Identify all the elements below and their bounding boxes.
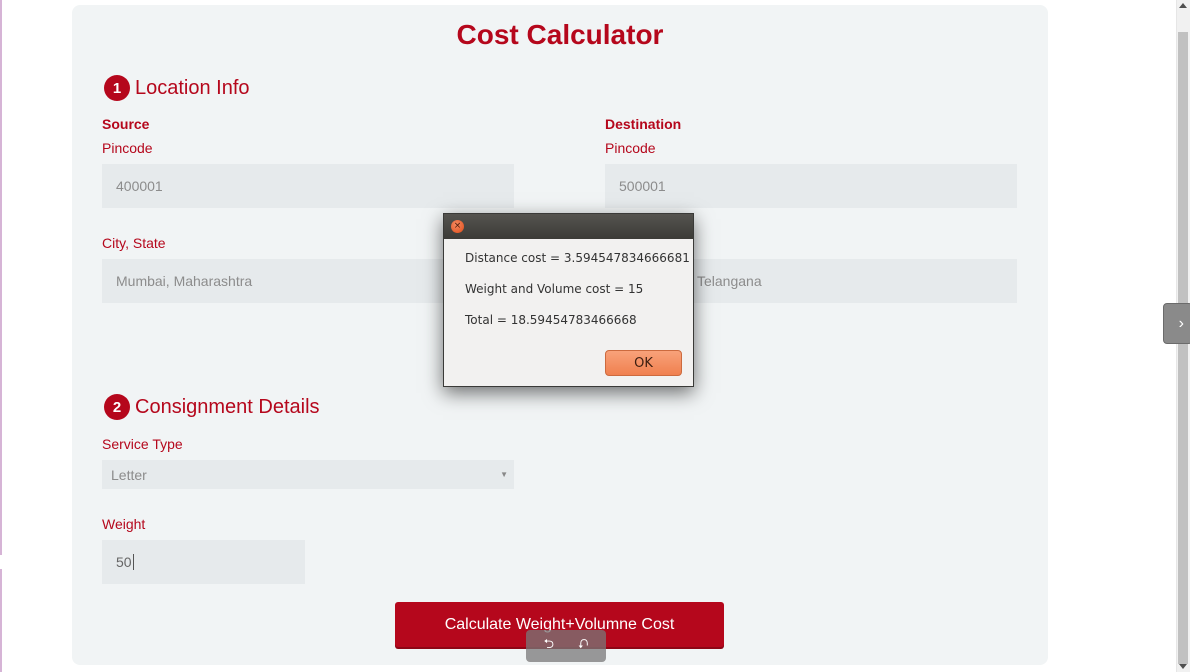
weight-label: Weight [102, 516, 146, 532]
result-dialog: × Distance cost = 3.594547834666681 Weig… [443, 213, 694, 387]
left-edge-notch [0, 555, 2, 569]
weight-input[interactable]: 50 [102, 540, 305, 584]
left-window-edge [0, 0, 2, 672]
dialog-titlebar: × [444, 214, 693, 239]
source-pincode-label: Pincode [102, 140, 153, 156]
consignment-section-header: 2 Consignment Details [104, 394, 320, 420]
distance-cost-text: Distance cost = 3.594547834666681 [465, 251, 690, 265]
step-1-badge: 1 [104, 75, 130, 101]
rotate-left-icon[interactable]: ⮌ [544, 635, 554, 657]
destination-pincode-input[interactable]: 500001 [605, 164, 1017, 208]
service-type-select[interactable]: Letter ▼ [102, 460, 514, 489]
service-type-value: Letter [111, 466, 147, 483]
rotate-right-icon[interactable]: ⮏ [578, 635, 588, 657]
source-title: Source [102, 116, 150, 132]
source-pincode-value: 400001 [116, 178, 163, 194]
service-type-label: Service Type [102, 436, 183, 452]
text-cursor [132, 554, 134, 570]
source-pincode-input[interactable]: 400001 [102, 164, 514, 208]
scrollbar-thumb[interactable] [1178, 32, 1188, 664]
source-city-label: City, State [102, 235, 166, 251]
weight-volume-cost-text: Weight and Volume cost = 15 [465, 282, 644, 296]
destination-city-value: Telangana [697, 273, 762, 289]
page-title: Cost Calculator [456, 19, 664, 50]
location-section-title: Location Info [135, 76, 250, 99]
step-2-badge: 2 [104, 394, 130, 420]
scroll-down-arrow-icon[interactable] [1179, 664, 1187, 669]
destination-title: Destination [605, 116, 682, 132]
chevron-right-icon: › [1178, 314, 1184, 332]
total-cost-text: Total = 18.59454783466668 [465, 313, 637, 327]
destination-pincode-value: 500001 [619, 178, 666, 194]
source-city-value: Mumbai, Maharashtra [116, 273, 253, 289]
caret-down-icon: ▼ [500, 470, 508, 479]
floating-navigation-control[interactable]: ⮌ ⮏ [526, 630, 606, 662]
consignment-section-title: Consignment Details [135, 395, 320, 418]
side-panel-toggle[interactable]: › [1163, 303, 1190, 344]
destination-pincode-label: Pincode [605, 140, 656, 156]
ok-label: OK [634, 355, 653, 371]
scroll-up-arrow-icon[interactable] [1179, 3, 1187, 8]
location-section-header: 1 Location Info [104, 75, 250, 101]
ok-button[interactable]: OK [605, 350, 682, 376]
close-icon[interactable]: × [451, 220, 464, 233]
weight-value: 50 [116, 554, 132, 570]
